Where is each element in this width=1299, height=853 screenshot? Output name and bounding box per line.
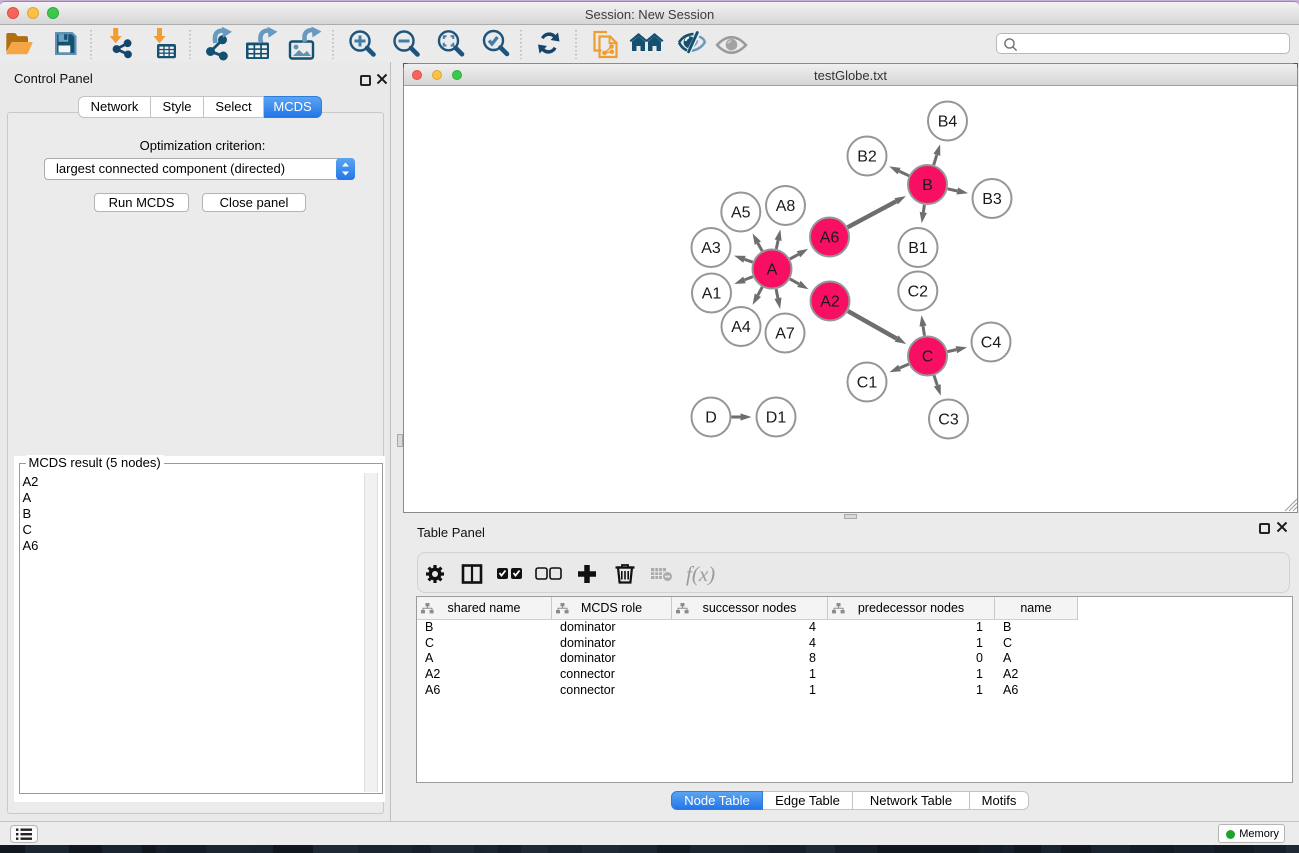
svg-text:A4: A4 bbox=[731, 319, 751, 336]
svg-text:C4: C4 bbox=[981, 335, 1002, 352]
svg-text:D1: D1 bbox=[766, 410, 787, 427]
svg-text:B2: B2 bbox=[857, 149, 877, 166]
svg-text:A3: A3 bbox=[701, 240, 721, 257]
svg-text:A5: A5 bbox=[731, 205, 751, 222]
svg-text:B1: B1 bbox=[908, 240, 928, 257]
svg-text:A: A bbox=[767, 262, 778, 279]
svg-text:A1: A1 bbox=[702, 286, 722, 303]
svg-text:A6: A6 bbox=[820, 230, 840, 247]
svg-text:C: C bbox=[922, 349, 934, 366]
svg-text:A8: A8 bbox=[776, 198, 796, 215]
svg-text:D: D bbox=[705, 410, 717, 427]
svg-text:B4: B4 bbox=[938, 114, 958, 131]
svg-text:A7: A7 bbox=[775, 326, 795, 343]
svg-text:f(x): f(x) bbox=[686, 562, 715, 586]
svg-text:A2: A2 bbox=[820, 294, 840, 311]
svg-text:B3: B3 bbox=[982, 191, 1002, 208]
svg-text:C1: C1 bbox=[857, 375, 878, 392]
svg-text:C3: C3 bbox=[938, 412, 959, 429]
svg-text:B: B bbox=[922, 177, 933, 194]
svg-text:C2: C2 bbox=[908, 284, 929, 301]
